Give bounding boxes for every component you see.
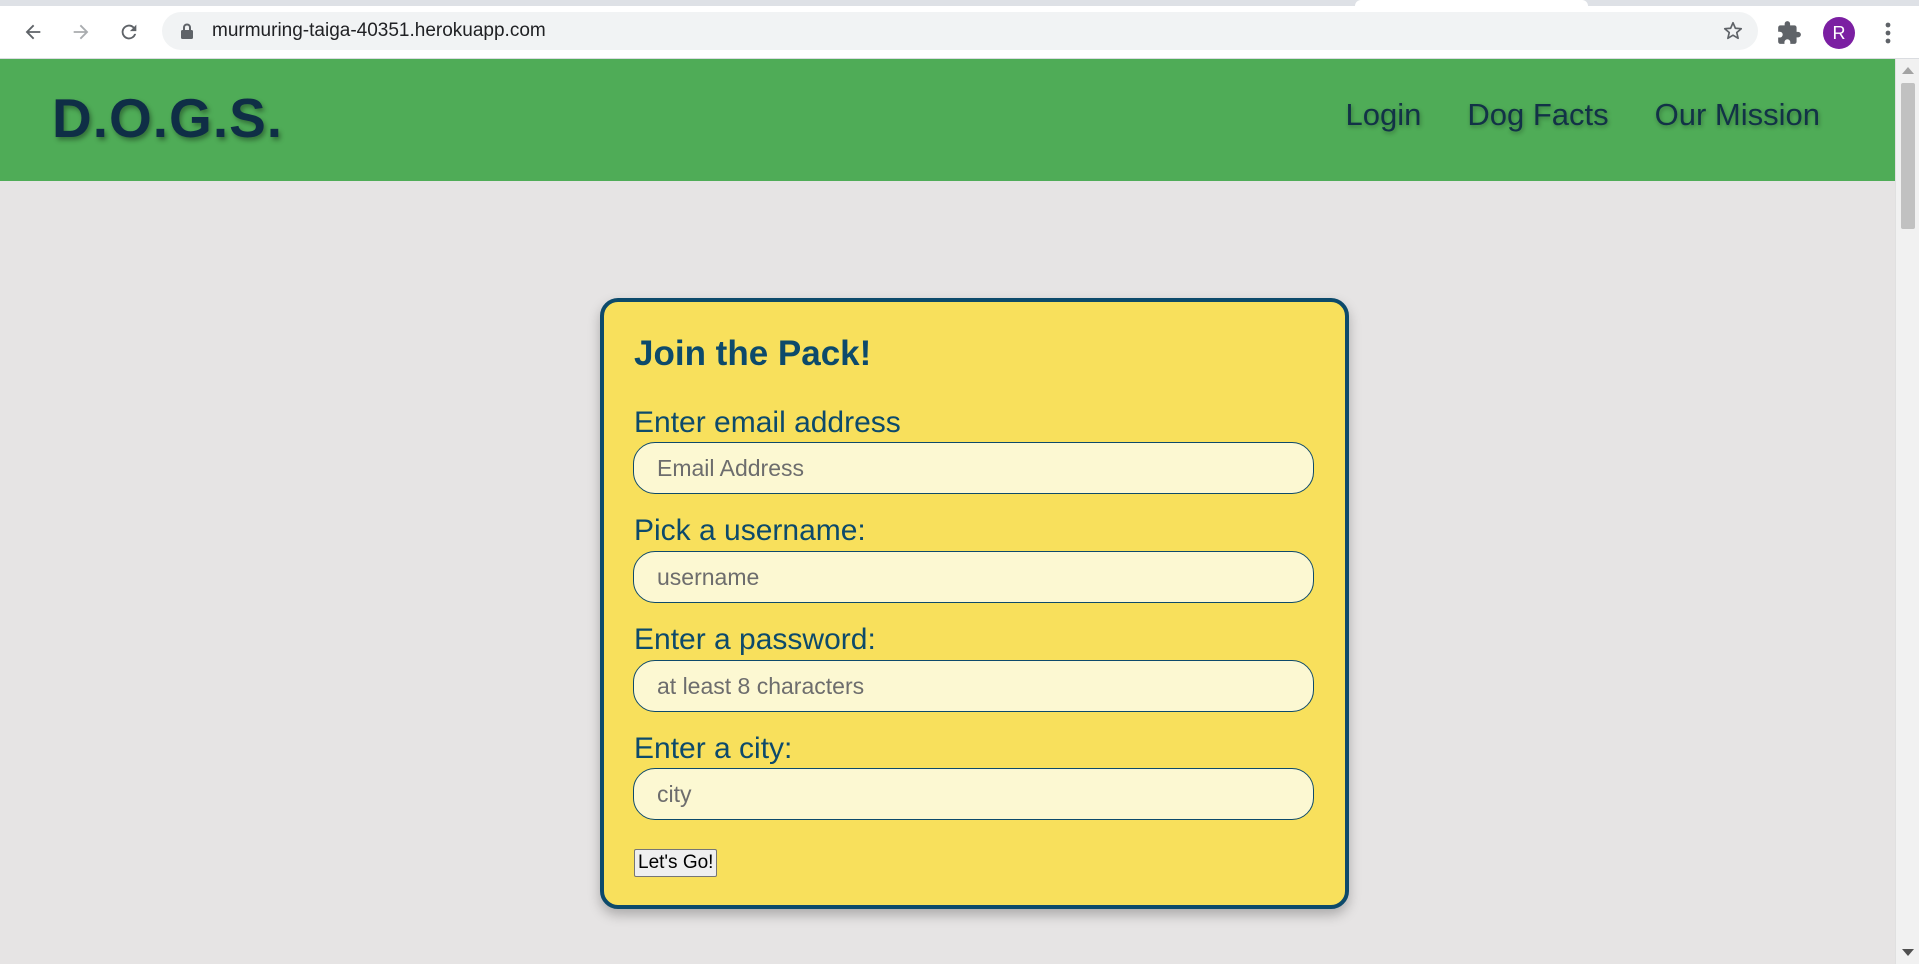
scrollbar-thumb[interactable]: [1901, 83, 1915, 229]
nav-link-login[interactable]: Login: [1345, 97, 1421, 133]
profile-avatar[interactable]: R: [1823, 17, 1855, 49]
page-viewport: D.O.G.S. Login Dog Facts Our Mission Joi…: [0, 59, 1895, 964]
scroll-down-icon[interactable]: [1902, 949, 1914, 956]
site-nav: Login Dog Facts Our Mission: [1345, 97, 1820, 133]
address-bar[interactable]: murmuring-taiga-40351.herokuapp.com: [162, 12, 1758, 50]
password-label: Enter a password:: [634, 623, 876, 656]
site-header: D.O.G.S. Login Dog Facts Our Mission: [0, 59, 1895, 181]
forward-button[interactable]: [63, 14, 99, 50]
city-field[interactable]: [633, 768, 1314, 820]
submit-button[interactable]: Let's Go!: [634, 849, 718, 877]
reload-button[interactable]: [111, 14, 147, 50]
form-title: Join the Pack!: [634, 334, 872, 373]
reload-icon: [121, 24, 137, 40]
password-field[interactable]: [633, 660, 1314, 712]
username-label: Pick a username:: [634, 514, 866, 547]
back-button[interactable]: [15, 14, 51, 50]
lock-icon: [181, 23, 193, 39]
site-logo[interactable]: D.O.G.S.: [52, 86, 283, 150]
puzzle-icon[interactable]: [1776, 20, 1802, 46]
scroll-up-icon[interactable]: [1902, 67, 1914, 74]
page-scrollbar[interactable]: [1895, 59, 1919, 964]
nav-link-dog-facts[interactable]: Dog Facts: [1467, 97, 1608, 133]
star-icon[interactable]: [1722, 20, 1744, 42]
arrow-left-icon: [25, 24, 41, 40]
email-field[interactable]: [633, 442, 1314, 494]
kebab-menu-icon[interactable]: [1880, 18, 1896, 48]
city-label: Enter a city:: [634, 732, 793, 765]
nav-link-our-mission[interactable]: Our Mission: [1655, 97, 1820, 133]
url-text: murmuring-taiga-40351.herokuapp.com: [212, 20, 546, 41]
browser-toolbar: murmuring-taiga-40351.herokuapp.com R: [0, 6, 1919, 59]
arrow-right-icon: [73, 24, 89, 40]
signup-form: Join the Pack! Enter email address Pick …: [600, 298, 1349, 909]
username-field[interactable]: [633, 551, 1314, 603]
email-label: Enter email address: [634, 406, 901, 439]
